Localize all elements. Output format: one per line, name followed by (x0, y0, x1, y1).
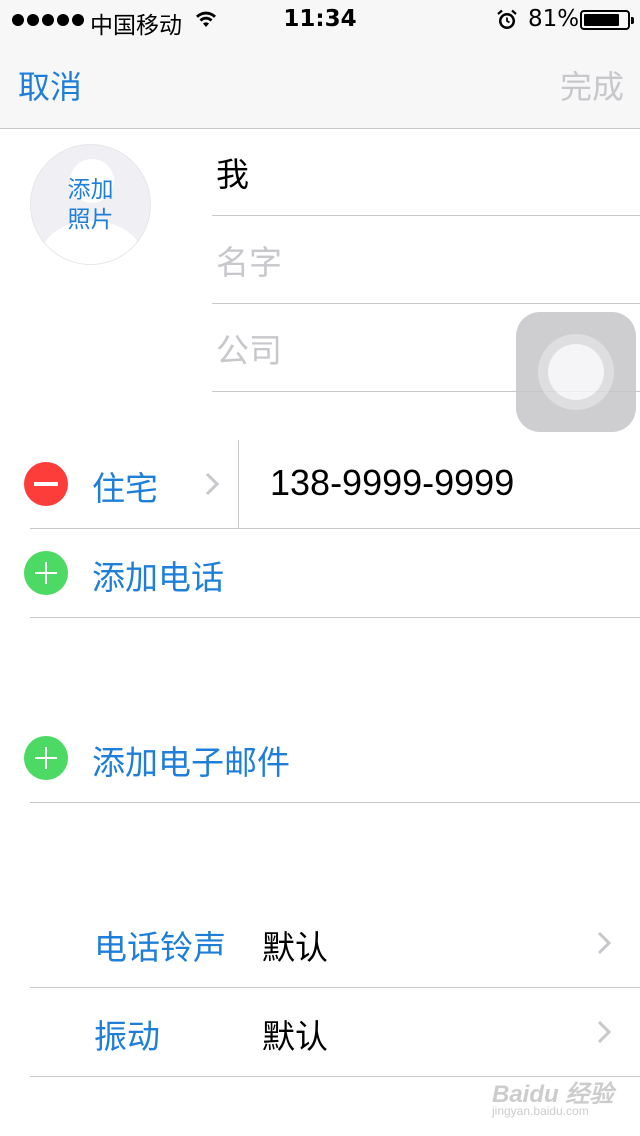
last-name-value: 我 (216, 154, 249, 194)
add-phone-label: 添加电话 (92, 558, 224, 597)
assistive-touch-icon[interactable] (516, 312, 636, 432)
ringtone-label: 电话铃声 (94, 928, 226, 967)
first-name-placeholder: 名字 (216, 242, 282, 282)
vibration-value: 默认 (262, 1017, 328, 1056)
battery-icon (580, 10, 634, 30)
add-email-row[interactable]: 添加电子邮件 (24, 714, 640, 803)
add-photo-button[interactable]: 添加 照片 (30, 144, 151, 265)
add-phone-button[interactable] (24, 551, 68, 595)
vibration-row[interactable]: 振动 默认 (30, 988, 640, 1077)
add-email-label: 添加电子邮件 (92, 743, 290, 782)
add-photo-label: 添加 照片 (67, 177, 114, 233)
alarm-icon (497, 9, 517, 29)
watermark-logo: Baidu 经验 jingyan.baidu.com (492, 1068, 622, 1128)
first-name-field[interactable]: 名字 (212, 216, 640, 304)
minus-icon (34, 482, 58, 486)
ringtone-row[interactable]: 电话铃声 默认 (30, 899, 640, 988)
phone-number-input[interactable]: 138-9999-9999 (270, 462, 514, 504)
add-email-button[interactable] (24, 736, 68, 780)
watermark-url: jingyan.baidu.com (492, 1104, 589, 1118)
chevron-right-icon (597, 1020, 612, 1044)
status-bar: 中国移动 11:34 81% (0, 0, 640, 40)
last-name-field[interactable]: 我 (212, 128, 640, 216)
vibration-label: 振动 (94, 1017, 160, 1056)
delete-phone-button[interactable] (24, 462, 68, 506)
divider (238, 440, 239, 528)
done-button[interactable]: 完成 (560, 62, 624, 108)
chevron-right-icon (597, 931, 612, 955)
battery-percent: 81% (528, 6, 580, 32)
nav-bar: 取消 完成 (0, 40, 640, 129)
chevron-right-icon[interactable] (204, 471, 220, 497)
cancel-button[interactable]: 取消 (18, 62, 82, 108)
phone-row: 住宅 138-9999-9999 (24, 440, 640, 529)
phone-type-label[interactable]: 住宅 (92, 462, 158, 510)
add-phone-row[interactable]: 添加电话 (24, 529, 640, 618)
company-placeholder: 公司 (216, 330, 282, 370)
ringtone-value: 默认 (262, 928, 328, 967)
